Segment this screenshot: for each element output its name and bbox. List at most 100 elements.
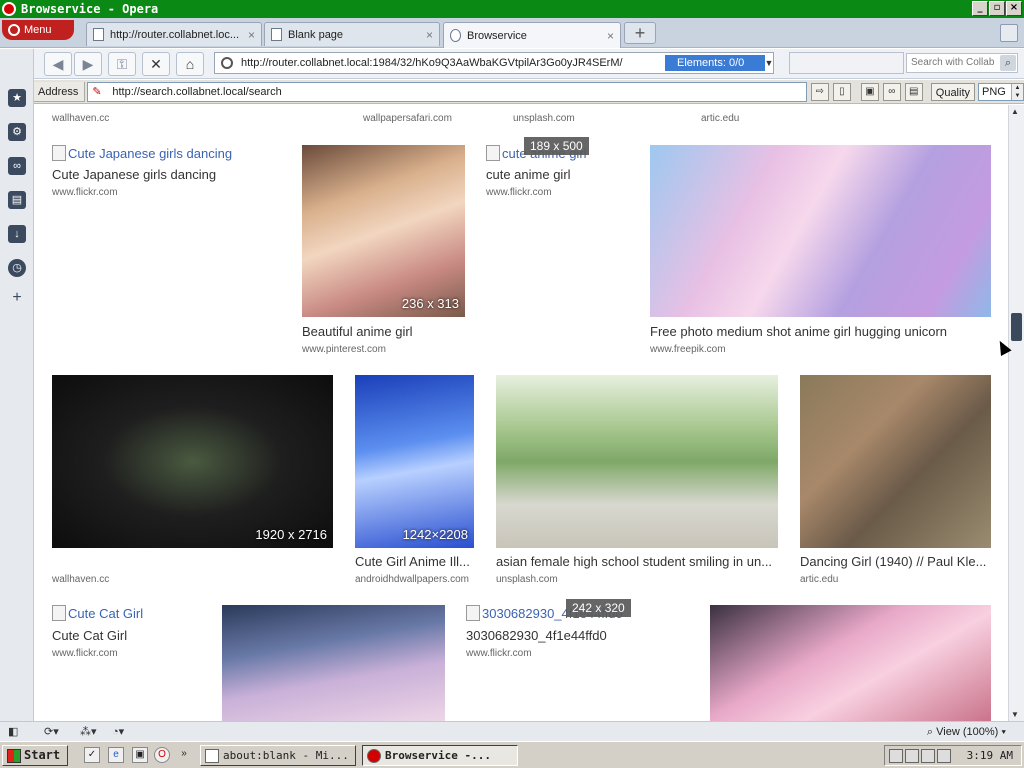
start-button[interactable]: Start	[2, 745, 68, 766]
result-source[interactable]: artic.edu	[701, 113, 739, 124]
page-url-field[interactable]: http://router.collabnet.local:1984/32/hK…	[214, 52, 774, 74]
media-icon[interactable]: ▣	[132, 747, 148, 763]
result-title[interactable]: asian female high school student smiling…	[496, 554, 778, 569]
result-broken-image[interactable]: Cute Cat Girl	[52, 605, 172, 621]
bookmarks-icon[interactable]: ★	[8, 89, 26, 107]
address-label: Address	[34, 81, 86, 102]
result-image-cute-cat-girl[interactable]	[222, 605, 445, 721]
result-source[interactable]: androidhdwallpapers.com	[355, 574, 469, 585]
internet-explorer-icon[interactable]: e	[108, 747, 124, 763]
sync-icon[interactable]: ⟳▾	[44, 724, 59, 740]
result-source[interactable]: wallhaven.cc	[52, 574, 109, 585]
show-desktop-icon[interactable]: ✓	[84, 747, 100, 763]
result-image-anime-pink[interactable]	[710, 605, 991, 721]
home-button[interactable]: ⌂	[176, 52, 204, 76]
new-tab-button[interactable]: +	[624, 22, 656, 44]
key-icon[interactable]: ⚿	[108, 52, 136, 76]
find-binoculars-icon[interactable]: ∞	[882, 82, 901, 101]
tab-browservice[interactable]: Browservice ×	[443, 22, 621, 48]
image-alt-text: Cute Japanese girls dancing	[68, 145, 233, 161]
result-title[interactable]: cute anime girl	[486, 167, 636, 182]
result-image-wallhaven[interactable]: 1920 x 2716	[52, 375, 333, 548]
task-about-blank[interactable]: about:blank - Mi...	[200, 745, 356, 766]
stop-button[interactable]: ✕	[142, 52, 170, 76]
maximize-button[interactable]: ▫	[989, 1, 1005, 16]
tab-close-icon[interactable]: ×	[426, 28, 433, 42]
result-source[interactable]: www.flickr.com	[466, 648, 532, 659]
search-placeholder: Search with Collab	[911, 57, 995, 68]
start-label: Start	[24, 748, 61, 762]
result-title[interactable]: Beautiful anime girl	[302, 324, 502, 339]
clipboard-icon[interactable]: ▤	[904, 82, 923, 101]
panel-toggle-icon[interactable]: ◧	[8, 724, 18, 740]
scroll-thumb[interactable]	[1011, 313, 1022, 341]
unite-icon[interactable]: ⁂▾	[80, 724, 97, 740]
result-source[interactable]: www.flickr.com	[486, 187, 552, 198]
trash-icon[interactable]	[1000, 24, 1018, 42]
minimize-button[interactable]: _	[972, 1, 988, 16]
scroll-up-arrow-icon[interactable]: ▲	[1011, 107, 1019, 116]
result-image-high-school-student[interactable]	[496, 375, 778, 548]
result-source[interactable]: www.pinterest.com	[302, 344, 386, 355]
progress-area	[789, 52, 904, 74]
tab-close-icon[interactable]: ×	[248, 28, 255, 42]
result-title[interactable]: Cute Girl Anime Ill...	[355, 554, 478, 569]
back-button[interactable]: ◀	[44, 52, 72, 76]
image-dimensions: 1242×2208	[402, 527, 468, 542]
vertical-scrollbar[interactable]: ▲ ▼	[1008, 105, 1024, 721]
scroll-down-arrow-icon[interactable]: ▼	[1011, 710, 1019, 719]
tray-volume-icon[interactable]	[921, 748, 935, 763]
result-source[interactable]: www.flickr.com	[52, 648, 118, 659]
site-info-icon	[221, 57, 233, 69]
image-dimensions: 236 x 313	[401, 296, 459, 311]
opera-menu-button[interactable]: Menu	[2, 20, 74, 40]
result-source[interactable]: www.flickr.com	[52, 187, 118, 198]
search-input[interactable]: Search with Collab ⌕	[906, 53, 1018, 73]
result-image-dancing-girl-klee[interactable]	[800, 375, 991, 548]
links-icon[interactable]: ∞	[8, 157, 26, 175]
notes-icon[interactable]: ▤	[8, 191, 26, 209]
turbo-icon[interactable]: ◔▾	[112, 724, 124, 740]
zoom-level[interactable]: ⌕ View (100%) ▾	[927, 724, 1006, 740]
result-image-anime-girl[interactable]: 236 x 313	[302, 145, 465, 317]
url-dropdown-icon[interactable]: ▼	[762, 52, 776, 74]
result-source[interactable]: wallpapersafari.com	[363, 113, 452, 124]
add-panel-icon[interactable]: +	[8, 289, 26, 307]
result-source[interactable]: wallhaven.cc	[52, 113, 109, 124]
elements-counter[interactable]: Elements: 0/0	[665, 55, 765, 71]
settings-gear-icon[interactable]: ⚙	[8, 123, 26, 141]
broken-image-icon	[52, 605, 66, 621]
address-input[interactable]: ✎ http://search.collabnet.local/search	[87, 81, 807, 102]
format-select[interactable]: PNG ▲ ▼	[978, 82, 1024, 101]
result-title[interactable]: 3030682930_4f1e44ffd0	[466, 628, 666, 643]
result-title[interactable]: Cute Japanese girls dancing	[52, 167, 292, 182]
bookmark-icon[interactable]: ▯	[832, 82, 851, 101]
page-icon[interactable]: ▣	[860, 82, 879, 101]
result-title[interactable]: Free photo medium shot anime girl huggin…	[650, 324, 991, 339]
tab-router[interactable]: http://router.collabnet.loc... ×	[86, 22, 262, 46]
close-button[interactable]: ×	[1006, 1, 1022, 16]
result-image-cute-girl-anime[interactable]: 1242×2208	[355, 375, 474, 548]
quicklaunch-more-icon[interactable]: »	[176, 747, 192, 763]
result-image-anime-unicorn[interactable]	[650, 145, 991, 317]
search-icon[interactable]: ⌕	[1000, 55, 1016, 71]
result-title[interactable]: Cute Cat Girl	[52, 628, 212, 643]
opera-icon[interactable]: O	[154, 747, 170, 763]
forward-button[interactable]: ▶	[74, 52, 102, 76]
task-browservice[interactable]: Browservice -...	[362, 745, 518, 766]
result-broken-image[interactable]: Cute Japanese girls dancing	[52, 145, 282, 161]
tab-close-icon[interactable]: ×	[607, 29, 614, 43]
result-source[interactable]: unsplash.com	[513, 113, 575, 124]
go-arrow-icon[interactable]: ⇨	[810, 82, 829, 101]
result-title[interactable]: Dancing Girl (1940) // Paul Kle...	[800, 554, 991, 569]
history-clock-icon[interactable]: ◷	[8, 259, 26, 277]
result-source[interactable]: unsplash.com	[496, 574, 558, 585]
downloads-icon[interactable]: ↓	[8, 225, 26, 243]
result-source[interactable]: www.freepik.com	[650, 344, 726, 355]
format-spinner-icon[interactable]: ▲ ▼	[1010, 83, 1023, 100]
tray-update-icon[interactable]	[937, 748, 951, 763]
tray-network-icon[interactable]	[889, 748, 903, 763]
tray-security-icon[interactable]	[905, 748, 919, 763]
result-source[interactable]: artic.edu	[800, 574, 838, 585]
tab-blank-page[interactable]: Blank page ×	[264, 22, 440, 46]
